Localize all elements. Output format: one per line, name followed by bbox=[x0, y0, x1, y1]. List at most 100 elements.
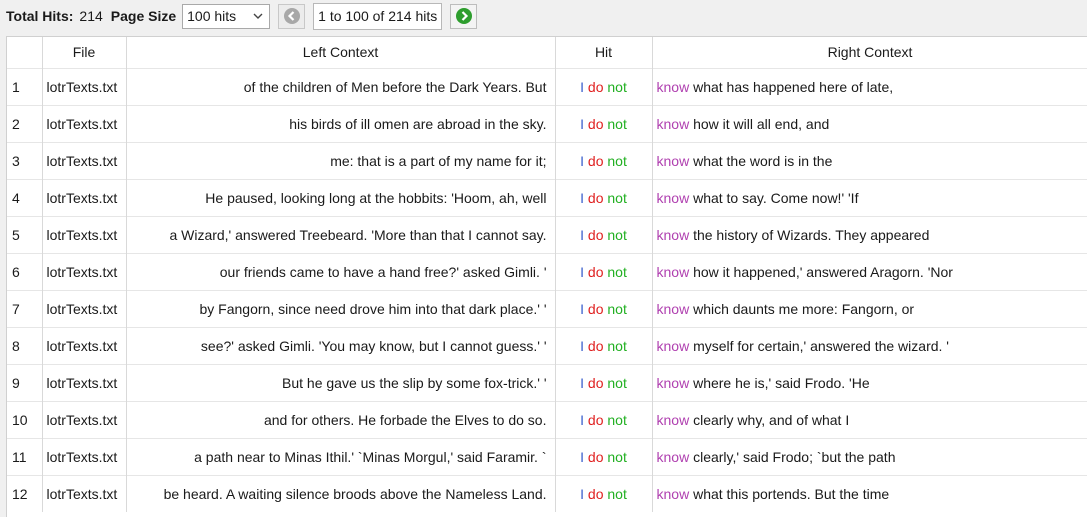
row-number: 2 bbox=[7, 104, 43, 142]
column-header-hit[interactable]: Hit bbox=[555, 37, 653, 68]
left-context-cell: of the children of Men before the Dark Y… bbox=[126, 67, 556, 105]
right-context-cell: know the history of Wizards. They appear… bbox=[652, 215, 1087, 253]
page-range-display: 1 to 100 of 214 hits bbox=[313, 2, 443, 30]
total-hits-value: 214 bbox=[79, 8, 103, 24]
right-context-text: the history of Wizards. They appeared bbox=[693, 226, 930, 243]
hit-word: not bbox=[607, 374, 627, 391]
hit-word: I bbox=[580, 263, 585, 280]
hit-word: do bbox=[587, 152, 604, 169]
right-context-cell: know how it happened,' answered Aragorn.… bbox=[652, 252, 1087, 290]
right-context-text: what to say. Come now!' 'If bbox=[693, 189, 859, 206]
table-header-row: File Left Context Hit Right Context bbox=[7, 37, 1087, 68]
hit-word: do bbox=[587, 411, 604, 428]
row-number: 8 bbox=[7, 326, 43, 364]
hit-cell: I do not bbox=[555, 437, 653, 475]
right-context-text: which daunts me more: Fangorn, or bbox=[693, 300, 915, 317]
right-context-cell: know myself for certain,' answered the w… bbox=[652, 326, 1087, 364]
right-context-cell: know how it will all end, and bbox=[652, 104, 1087, 142]
row-number: 11 bbox=[7, 437, 43, 475]
hit-word: I bbox=[580, 411, 585, 428]
hit-word: I bbox=[580, 189, 585, 206]
hit-word: do bbox=[587, 448, 604, 465]
hit-cell: I do not bbox=[555, 363, 653, 401]
hit-cell: I do not bbox=[555, 252, 653, 290]
hit-word: not bbox=[607, 226, 627, 243]
table-row[interactable]: 8 lotrTexts.txt see?' asked Gimli. 'You ma… bbox=[7, 326, 1087, 364]
hit-cell: I do not bbox=[555, 474, 653, 512]
file-cell: lotrTexts.txt bbox=[42, 400, 127, 438]
page-size-label: Page Size bbox=[110, 8, 177, 24]
table-row[interactable]: 9 lotrTexts.txt But he gave us the slip by… bbox=[7, 363, 1087, 401]
row-number: 6 bbox=[7, 252, 43, 290]
hit-cell: I do not bbox=[555, 104, 653, 142]
hit-word: I bbox=[580, 226, 585, 243]
left-context-cell: a Wizard,' answered Treebeard. 'More tha… bbox=[126, 215, 556, 253]
arrow-right-circle-icon bbox=[455, 8, 472, 24]
right-context-cell: know which daunts me more: Fangorn, or bbox=[652, 289, 1087, 327]
hit-word: not bbox=[607, 411, 627, 428]
keyword: know bbox=[656, 189, 690, 206]
table-row[interactable]: 6 lotrTexts.txt our friends came to have a… bbox=[7, 252, 1087, 290]
hit-word: not bbox=[607, 485, 627, 502]
keyword: know bbox=[656, 300, 690, 317]
column-header-left-context[interactable]: Left Context bbox=[126, 37, 556, 68]
file-cell: lotrTexts.txt bbox=[42, 363, 127, 401]
keyword: know bbox=[656, 337, 690, 354]
hit-word: do bbox=[587, 189, 604, 206]
hit-word: I bbox=[580, 300, 585, 317]
row-number: 7 bbox=[7, 289, 43, 327]
table-row[interactable]: 1 lotrTexts.txt of the children of Men bef… bbox=[7, 67, 1087, 105]
column-header-row-number[interactable] bbox=[7, 37, 43, 68]
chevron-down-icon bbox=[253, 13, 263, 19]
right-context-cell: know where he is,' said Frodo. 'He bbox=[652, 363, 1087, 401]
right-context-text: how it happened,' answered Aragorn. 'Nor bbox=[693, 263, 953, 280]
left-context-cell: his birds of ill omen are abroad in the … bbox=[126, 104, 556, 142]
file-cell: lotrTexts.txt bbox=[42, 437, 127, 475]
hit-word: not bbox=[607, 448, 627, 465]
hit-word: I bbox=[580, 337, 585, 354]
keyword: know bbox=[656, 448, 690, 465]
table-row[interactable]: 4 lotrTexts.txt He paused, looking long at… bbox=[7, 178, 1087, 216]
table-row[interactable]: 12 lotrTexts.txt be heard. A waiting silen… bbox=[7, 474, 1087, 512]
hit-word: I bbox=[580, 374, 585, 391]
row-number: 1 bbox=[7, 67, 43, 105]
hit-word: do bbox=[587, 263, 604, 280]
page-size-value: 100 hits bbox=[187, 8, 237, 24]
table-row[interactable]: 7 lotrTexts.txt by Fangorn, since need dro… bbox=[7, 289, 1087, 327]
right-context-cell: know what this portends. But the time bbox=[652, 474, 1087, 512]
hit-word: I bbox=[580, 78, 585, 95]
keyword: know bbox=[656, 152, 690, 169]
hit-word: not bbox=[607, 300, 627, 317]
next-page-button[interactable] bbox=[450, 3, 478, 29]
hit-cell: I do not bbox=[555, 289, 653, 327]
column-header-right-context[interactable]: Right Context bbox=[652, 37, 1087, 68]
file-cell: lotrTexts.txt bbox=[42, 326, 127, 364]
table-row[interactable]: 11 lotrTexts.txt a path near to Minas Ithi… bbox=[7, 437, 1087, 475]
file-cell: lotrTexts.txt bbox=[42, 289, 127, 327]
file-cell: lotrTexts.txt bbox=[42, 252, 127, 290]
page-size-select[interactable]: 100 hits bbox=[182, 3, 271, 29]
hit-cell: I do not bbox=[555, 67, 653, 105]
previous-page-button[interactable] bbox=[278, 3, 306, 29]
left-context-cell: a path near to Minas Ithil.' `Minas Morg… bbox=[126, 437, 556, 475]
keyword: know bbox=[656, 78, 690, 95]
table-row[interactable]: 10 lotrTexts.txt and for others. He forbad… bbox=[7, 400, 1087, 438]
table-row[interactable]: 3 lotrTexts.txt me: that is a part of my n… bbox=[7, 141, 1087, 179]
hit-cell: I do not bbox=[555, 215, 653, 253]
column-header-file[interactable]: File bbox=[42, 37, 127, 68]
hit-word: do bbox=[587, 300, 604, 317]
hit-word: not bbox=[607, 263, 627, 280]
hit-word: not bbox=[607, 115, 627, 132]
hit-word: do bbox=[587, 226, 604, 243]
hit-word: I bbox=[580, 448, 585, 465]
file-cell: lotrTexts.txt bbox=[42, 104, 127, 142]
right-context-cell: know what the word is in the bbox=[652, 141, 1087, 179]
hit-word: do bbox=[587, 485, 604, 502]
file-cell: lotrTexts.txt bbox=[42, 141, 127, 179]
left-context-cell: But he gave us the slip by some fox-tric… bbox=[126, 363, 556, 401]
keyword: know bbox=[656, 485, 690, 502]
table-row[interactable]: 2 lotrTexts.txt his birds of ill omen are … bbox=[7, 104, 1087, 142]
table-row[interactable]: 5 lotrTexts.txt a Wizard,' answered Treebe… bbox=[7, 215, 1087, 253]
file-cell: lotrTexts.txt bbox=[42, 474, 127, 512]
hit-word: do bbox=[587, 374, 604, 391]
